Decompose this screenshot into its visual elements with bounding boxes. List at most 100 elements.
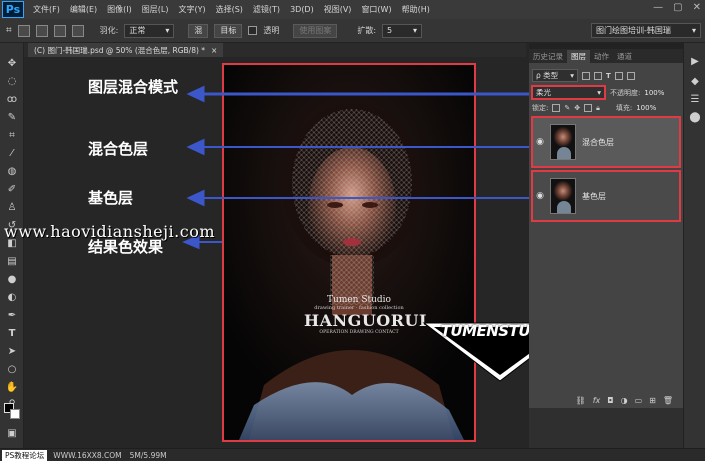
layer-filter-dropdown[interactable]: ρ 类型 ▾ bbox=[532, 69, 578, 82]
lock-artboard-icon[interactable] bbox=[584, 104, 593, 112]
subtract-selection-icon[interactable] bbox=[53, 24, 66, 37]
document-canvas[interactable]: Tumen Studio drawing trainer · fashion c… bbox=[222, 63, 476, 442]
artist-name-text: HANGUORUI bbox=[304, 311, 427, 330]
menu-select[interactable]: 选择(S) bbox=[211, 4, 248, 15]
layer-row-base[interactable]: ◉ 基色层 bbox=[531, 170, 681, 222]
path-select-icon[interactable]: ➤ bbox=[5, 345, 19, 359]
channels-panel-icon[interactable]: ☰ bbox=[688, 93, 702, 107]
window-controls: — ▢ ✕ bbox=[653, 2, 701, 13]
status-url: WWW.16XX8.COM bbox=[53, 450, 122, 460]
close-tab-icon[interactable]: × bbox=[211, 46, 217, 55]
document-title: (C) 图门-韩国瑞.psd @ 50% (混合色层, RGB/8) * bbox=[34, 45, 206, 55]
spread-label: 扩散: bbox=[357, 26, 377, 35]
lock-move-icon[interactable]: ✥ bbox=[574, 104, 580, 112]
fx-icon[interactable]: fx bbox=[593, 396, 601, 405]
refine-button[interactable]: 混 bbox=[188, 23, 209, 38]
quick-select-tool-icon[interactable]: ✎ bbox=[5, 111, 19, 125]
target-button[interactable]: 目标 bbox=[214, 23, 243, 38]
gradient-tool-icon[interactable]: ▤ bbox=[5, 255, 19, 269]
trash-icon[interactable]: 🗑︎ bbox=[663, 396, 673, 405]
tool-preset-icon[interactable]: ⌗ bbox=[6, 25, 12, 36]
workspace-dropdown[interactable]: 图门绘图培训-韩国瑞 ▾ bbox=[591, 23, 701, 38]
menu-filter[interactable]: 滤镜(T) bbox=[248, 4, 285, 15]
stamp-tool-icon[interactable]: ♙ bbox=[5, 201, 19, 215]
menu-type[interactable]: 文字(Y) bbox=[173, 4, 210, 15]
maximize-button[interactable]: ▢ bbox=[673, 2, 682, 13]
menu-bar: Ps 文件(F) 编辑(E) 图像(I) 图层(L) 文字(Y) 选择(S) 滤… bbox=[0, 0, 705, 19]
blur-tool-icon[interactable]: ● bbox=[5, 273, 19, 287]
menu-file[interactable]: 文件(F) bbox=[28, 4, 65, 15]
opacity-value[interactable]: 100% bbox=[644, 89, 664, 97]
color-panel-icon[interactable]: ⬤ bbox=[688, 111, 702, 125]
background-color-swatch[interactable] bbox=[10, 409, 20, 419]
lasso-tool-icon[interactable]: ꝏ bbox=[5, 93, 19, 107]
tab-channels[interactable]: 通道 bbox=[613, 50, 636, 63]
close-button[interactable]: ✕ bbox=[693, 2, 701, 13]
transparent-checkbox[interactable] bbox=[248, 26, 258, 35]
blend-mode-dropdown[interactable]: 柔光 ▾ bbox=[531, 85, 606, 100]
toolbar: ✥ ◌ ꝏ ✎ ⌗ ⁄ ◍ ✐ ♙ ↺ ◧ ▤ ● ◐ ✒ T ➤ ○ ✋ ⚲ … bbox=[0, 43, 24, 448]
mask-icon[interactable]: ◘ bbox=[607, 396, 613, 405]
menu-edit[interactable]: 编辑(E) bbox=[65, 4, 102, 15]
eyedropper-tool-icon[interactable]: ⁄ bbox=[5, 147, 19, 161]
spread-dropdown[interactable]: 5 ▾ bbox=[382, 23, 423, 38]
annotation-blend-mode: 图层混合模式 bbox=[88, 78, 179, 96]
tab-actions[interactable]: 动作 bbox=[590, 50, 613, 63]
status-site-label: PS教程论坛 bbox=[2, 449, 48, 461]
feather-label: 羽化: bbox=[99, 26, 119, 35]
lock-brush-icon[interactable]: ✎ bbox=[564, 104, 570, 112]
filter-shape-icon[interactable] bbox=[614, 71, 623, 80]
watermark-url: www.haovidiansheji.com bbox=[4, 222, 216, 241]
tab-layers[interactable]: 图层 bbox=[567, 50, 590, 63]
minimize-button[interactable]: — bbox=[653, 2, 663, 13]
annotation-base-layer: 基色层 bbox=[88, 189, 134, 207]
type-tool-icon[interactable]: T bbox=[5, 327, 19, 341]
lock-all-icon[interactable]: 🔒︎ bbox=[596, 104, 600, 113]
dodge-tool-icon[interactable]: ◐ bbox=[5, 291, 19, 305]
eye-icon[interactable]: ◉ bbox=[533, 137, 547, 147]
blend-mode-value: 柔光 bbox=[536, 88, 551, 97]
menu-3d[interactable]: 3D(D) bbox=[285, 5, 319, 14]
lock-transparent-icon[interactable] bbox=[552, 104, 561, 112]
crop-tool-icon[interactable]: ⌗ bbox=[5, 129, 19, 143]
spread-value: 5 bbox=[387, 26, 393, 35]
chevron-down-icon: ▾ bbox=[597, 88, 601, 97]
filter-smart-icon[interactable] bbox=[626, 71, 635, 80]
credit-text: OPERATION DRAWING CONTACT bbox=[319, 330, 399, 335]
quick-mask-icon[interactable]: ▣ bbox=[5, 427, 19, 441]
fill-value[interactable]: 100% bbox=[636, 104, 656, 112]
document-tab[interactable]: (C) 图门-韩国瑞.psd @ 50% (混合色层, RGB/8) * × bbox=[28, 43, 224, 57]
new-selection-icon[interactable] bbox=[17, 24, 30, 37]
panel-tabs: 历史记录 图层 动作 通道 bbox=[529, 49, 683, 63]
eye-icon[interactable]: ◉ bbox=[533, 191, 547, 201]
menu-image[interactable]: 图像(I) bbox=[102, 4, 137, 15]
menu-layer[interactable]: 图层(L) bbox=[137, 4, 174, 15]
filter-type-icon[interactable]: T bbox=[606, 72, 611, 80]
adjustment-icon[interactable]: ◑ bbox=[621, 396, 628, 405]
filter-adjust-icon[interactable] bbox=[594, 71, 602, 80]
menu-help[interactable]: 帮助(H) bbox=[397, 4, 435, 15]
brush-tool-icon[interactable]: ✐ bbox=[5, 183, 19, 197]
hand-tool-icon[interactable]: ✋ bbox=[5, 381, 19, 395]
shape-tool-icon[interactable]: ○ bbox=[5, 363, 19, 377]
mode-dropdown[interactable]: 正常 ▾ bbox=[124, 23, 175, 38]
add-selection-icon[interactable] bbox=[35, 24, 48, 37]
new-layer-icon[interactable]: ⊞ bbox=[649, 396, 656, 405]
healing-tool-icon[interactable]: ◍ bbox=[5, 165, 19, 179]
history-panel-icon[interactable]: ▶ bbox=[688, 55, 702, 69]
filter-pixel-icon[interactable] bbox=[582, 71, 590, 80]
move-tool-icon[interactable]: ✥ bbox=[5, 57, 19, 71]
use-pattern-button[interactable]: 使用图案 bbox=[293, 23, 338, 38]
menu-window[interactable]: 窗口(W) bbox=[356, 4, 396, 15]
marquee-tool-icon[interactable]: ◌ bbox=[5, 75, 19, 89]
link-icon[interactable]: ⛓ bbox=[576, 396, 586, 405]
transparent-label: 透明 bbox=[263, 26, 280, 35]
layers-panel-icon[interactable]: ◆ bbox=[688, 75, 702, 89]
tab-history[interactable]: 历史记录 bbox=[529, 50, 567, 63]
pen-tool-icon[interactable]: ✒ bbox=[5, 309, 19, 323]
intersect-selection-icon[interactable] bbox=[71, 24, 84, 37]
artwork-caption: Tumen Studio drawing trainer · fashion c… bbox=[304, 295, 427, 335]
folder-icon[interactable]: ▭ bbox=[635, 396, 643, 405]
layer-row-blend[interactable]: ◉ 混合色层 bbox=[531, 116, 681, 168]
menu-view[interactable]: 视图(V) bbox=[319, 4, 357, 15]
